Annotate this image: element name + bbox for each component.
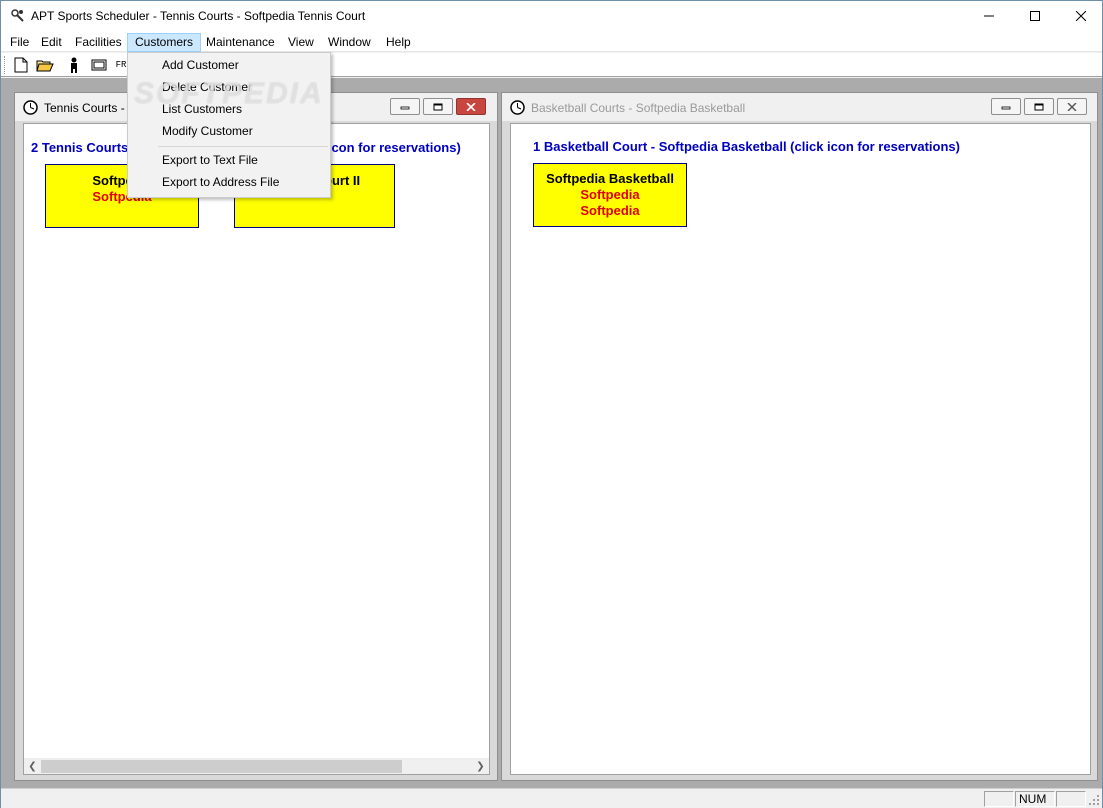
status-pane-blank	[984, 791, 1014, 807]
window-button[interactable]	[89, 55, 109, 75]
tennis-close-button[interactable]	[456, 98, 486, 115]
menu-separator	[158, 146, 328, 147]
resize-grip-icon[interactable]	[1089, 795, 1100, 806]
restore-icon	[433, 103, 443, 110]
menu-bar: File Edit Facilities Customers Maintenan…	[1, 31, 1102, 52]
tennis-minimize-button[interactable]	[390, 98, 420, 115]
fr-icon: FR	[115, 60, 127, 70]
app-icon	[10, 8, 26, 24]
restore-icon	[1034, 103, 1044, 110]
menu-view[interactable]: View	[280, 33, 322, 52]
basketball-window-title: Basketball Courts - Softpedia Basketball	[531, 101, 746, 115]
new-file-icon	[14, 57, 28, 73]
menu-add-customer[interactable]: Add Customer	[130, 54, 328, 76]
menu-export-address-file[interactable]: Export to Address File	[130, 171, 328, 193]
scroll-thumb[interactable]	[41, 760, 402, 773]
customers-dropdown-menu: Add Customer Delete Customer List Custom…	[127, 52, 331, 198]
close-icon	[1076, 11, 1086, 21]
tennis-restore-button[interactable]	[423, 98, 453, 115]
tennis-horizontal-scrollbar[interactable]: ❮ ❯	[24, 758, 489, 774]
menu-help[interactable]: Help	[378, 33, 419, 52]
menu-list-customers[interactable]: List Customers	[130, 98, 328, 120]
basketball-title-bar[interactable]: Basketball Courts - Softpedia Basketball	[502, 93, 1097, 121]
clock-icon	[510, 100, 525, 115]
basketball-heading: 1 Basketball Court - Softpedia Basketbal…	[533, 139, 960, 154]
tennis-client-area: 2 Tennis Courts k icon for reservations)…	[23, 123, 490, 775]
new-button[interactable]	[11, 55, 31, 75]
status-bar: NUM	[1, 788, 1102, 808]
close-icon	[466, 102, 476, 111]
basketball-courts-window: Basketball Courts - Softpedia Basketball…	[501, 92, 1098, 781]
customer-button[interactable]	[64, 55, 84, 75]
open-button[interactable]	[35, 55, 55, 75]
window-icon	[91, 59, 107, 71]
title-bar: APT Sports Scheduler - Tennis Courts - S…	[1, 1, 1102, 31]
basketball-minimize-button[interactable]	[991, 98, 1021, 115]
scroll-right-arrow[interactable]: ❯	[472, 758, 489, 774]
minimize-icon	[400, 106, 410, 109]
status-pane-blank-2	[1056, 791, 1086, 807]
menu-modify-customer[interactable]: Modify Customer	[130, 120, 328, 142]
clock-icon	[23, 100, 38, 115]
toolbar-grip[interactable]	[4, 56, 7, 74]
minimize-button[interactable]	[966, 1, 1012, 31]
tennis-window-title: Tennis Courts -	[44, 101, 125, 115]
open-folder-icon	[36, 60, 54, 72]
maximize-button[interactable]	[1012, 1, 1058, 31]
court-name: ourt II	[324, 173, 361, 188]
app-window: APT Sports Scheduler - Tennis Courts - S…	[0, 0, 1103, 808]
court-sub: Softpedia	[580, 203, 640, 218]
status-num: NUM	[1015, 791, 1055, 807]
close-icon	[1067, 102, 1077, 111]
window-title: APT Sports Scheduler - Tennis Courts - S…	[31, 9, 366, 23]
menu-delete-customer[interactable]: Delete Customer	[130, 76, 328, 98]
basketball-restore-button[interactable]	[1024, 98, 1054, 115]
basketball-court-1[interactable]: Softpedia Basketball Softpedia Softpedia	[533, 163, 687, 227]
tennis-heading-left: 2 Tennis Courts	[31, 140, 129, 155]
menu-window[interactable]: Window	[320, 33, 379, 52]
menu-customers[interactable]: Customers	[127, 33, 202, 52]
menu-export-text-file[interactable]: Export to Text File	[130, 149, 328, 171]
menu-maintenance[interactable]: Maintenance	[198, 33, 283, 52]
basketball-client-area: 1 Basketball Court - Softpedia Basketbal…	[510, 123, 1091, 775]
maximize-icon	[1030, 11, 1040, 21]
court-sub: Softpedia	[580, 187, 640, 202]
minimize-icon	[1001, 106, 1011, 109]
court-name: Softpedia Basketball	[546, 171, 674, 186]
tennis-heading-right: k icon for reservations)	[317, 140, 461, 155]
minimize-icon	[984, 15, 994, 17]
scroll-left-arrow[interactable]: ❮	[24, 758, 41, 774]
menu-facilities[interactable]: Facilities	[67, 33, 130, 52]
person-icon	[71, 57, 77, 73]
basketball-close-button[interactable]	[1057, 98, 1087, 115]
menu-edit[interactable]: Edit	[33, 33, 70, 52]
close-button[interactable]	[1058, 1, 1103, 31]
